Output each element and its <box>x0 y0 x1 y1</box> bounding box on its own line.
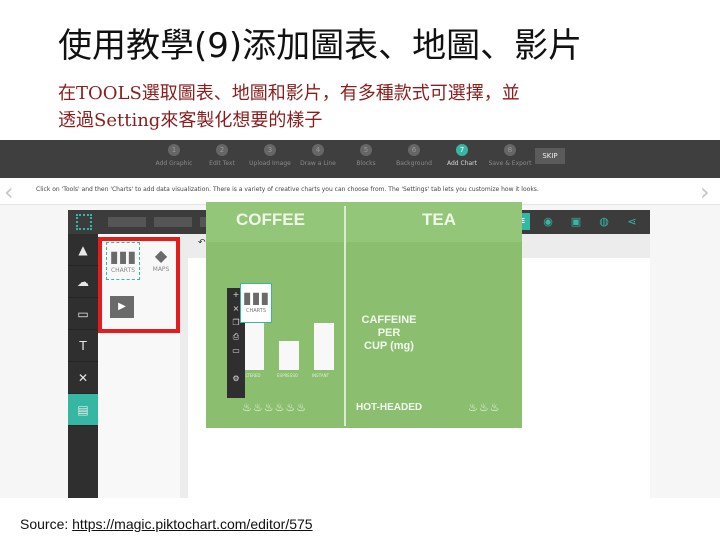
tour-step-number: 3 <box>264 144 276 156</box>
tour-step-7[interactable]: 7 Add Chart <box>438 144 486 167</box>
tool-background-icon[interactable]: ▭ <box>68 298 98 330</box>
slide-subtitle: 在TOOLS選取圖表、地圖和影片，有多種款式可選擇，並 透過Setting來客製… <box>58 80 658 134</box>
left-toolbar: ▲ ☁ ▭ T ✕ ▤ <box>68 234 98 498</box>
caffeine-label-line-2: CUP (mg) <box>364 340 414 352</box>
tour-step-number: 4 <box>312 144 324 156</box>
drag-bar-chart-icon: ▮▮▮ <box>242 288 270 307</box>
tour-step-6[interactable]: 6 Background <box>390 144 438 167</box>
coffee-heading: COFFEE <box>236 210 305 229</box>
next-arrow-icon[interactable]: › <box>700 180 710 204</box>
source-link[interactable]: https://magic.piktochart.com/editor/575 <box>72 516 312 532</box>
caffeine-label: CAFFEINE PER CUP (mg) <box>354 314 424 353</box>
tour-step-label: Blocks <box>356 160 376 167</box>
tool-text-icon[interactable]: T <box>68 330 98 362</box>
tour-step-label: Draw a Line <box>300 160 336 167</box>
caffeine-label-line-1: CAFFEINE PER <box>361 314 417 339</box>
tour-step-1[interactable]: 1 Add Graphic <box>150 144 198 167</box>
tour-step-label: Add Graphic <box>155 160 193 167</box>
tour-step-2[interactable]: 2 Edit Text <box>198 144 246 167</box>
menu-placeholder-1[interactable] <box>108 217 146 227</box>
tool-graphics-icon[interactable]: ▲ <box>68 234 98 266</box>
x-tick-label: INSTANT <box>312 373 330 378</box>
tour-step-number: 6 <box>408 144 420 156</box>
preview-eye-icon[interactable]: ◉ <box>540 214 556 230</box>
source-credit: Source: https://magic.piktochart.com/edi… <box>20 516 313 532</box>
hot-headed-label: HOT-HEADED <box>356 402 423 413</box>
canvas-divider <box>344 206 346 426</box>
tour-step-number: 2 <box>216 144 228 156</box>
drag-charts-label: CHARTS <box>245 308 266 314</box>
tour-step-label: Background <box>396 160 432 167</box>
chart-bar[interactable] <box>314 323 334 370</box>
tour-step-label: Upload Image <box>249 160 291 167</box>
tour-step-label: Edit Text <box>209 160 235 167</box>
download-icon[interactable]: ▣ <box>568 214 584 230</box>
tour-step-label: Save & Export <box>488 160 532 167</box>
tour-step-3[interactable]: 3 Upload Image <box>246 144 294 167</box>
slide-title: 使用教學(9)添加圖表、地圖、影片 <box>58 26 583 66</box>
tool-shelf-icon[interactable]: ▤ <box>68 394 98 426</box>
x-tick-label: ESPRESSO <box>277 373 299 378</box>
tour-step-number: 8 <box>504 144 516 156</box>
tools-highlight-box <box>98 237 180 333</box>
source-label: Source: <box>20 516 73 532</box>
tour-step-8[interactable]: 8 Save & Export <box>486 144 534 167</box>
chart-bar[interactable] <box>279 341 299 370</box>
tour-steps: 1 Add Graphic 2 Edit Text 3 Upload Image 4 Draw… <box>150 144 534 167</box>
tour-step-5[interactable]: 5 Blocks <box>342 144 390 167</box>
editor-screenshot: 1 Add Graphic 2 Edit Text 3 Upload Image 4 Draw… <box>0 140 720 498</box>
flame-icons-right: ♨♨♨ <box>468 401 501 414</box>
tour-step-4[interactable]: 4 Draw a Line <box>294 144 342 167</box>
tour-step-number: 1 <box>168 144 180 156</box>
tour-instruction-text: Click on 'Tools' and then 'Charts' to ad… <box>36 186 539 193</box>
publish-globe-icon[interactable]: ◍ <box>596 214 612 230</box>
tour-step-number: 7 <box>456 144 468 156</box>
piktochart-logo-icon <box>76 214 92 230</box>
skip-button[interactable]: SKIP <box>535 148 565 164</box>
share-icon[interactable]: ⋖ <box>624 214 640 230</box>
flame-icons-left: ♨♨♨♨♨♨ <box>242 401 308 414</box>
tool-tools-icon[interactable]: ✕ <box>68 362 98 394</box>
subtitle-line-1: 在TOOLS選取圖表、地圖和影片，有多種款式可選擇，並 <box>58 83 520 104</box>
subtitle-line-2: 透過Setting來客製化想要的樣子 <box>58 110 323 131</box>
previous-arrow-icon[interactable]: ‹ <box>4 180 14 204</box>
tool-uploads-icon[interactable]: ☁ <box>68 266 98 298</box>
tour-step-label: Add Chart <box>446 160 477 167</box>
dragging-charts-icon[interactable]: ▮▮▮ CHARTS <box>240 283 272 323</box>
menu-placeholder-2[interactable] <box>154 217 192 227</box>
tour-progress-bar: 1 Add Graphic 2 Edit Text 3 Upload Image 4 Draw… <box>0 140 720 178</box>
tour-instruction-bar: Click on 'Tools' and then 'Charts' to ad… <box>0 178 720 205</box>
tea-heading: TEA <box>422 210 456 229</box>
tour-step-number: 5 <box>360 144 372 156</box>
